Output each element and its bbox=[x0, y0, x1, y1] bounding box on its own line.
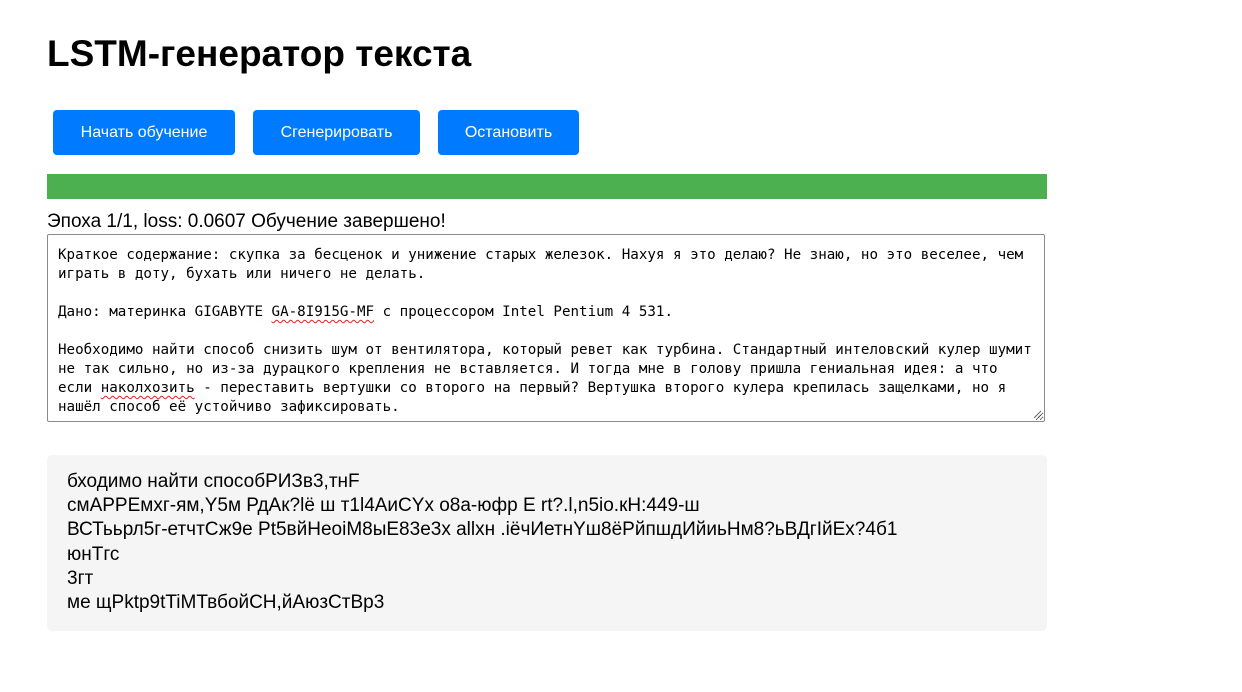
output-line: юнТгс bbox=[67, 543, 120, 565]
training-paragraph-3: Необходимо найти способ снизить шум от в… bbox=[58, 342, 1040, 415]
start-training-button[interactable]: Начать обучение bbox=[53, 110, 235, 155]
generated-output: бходимо найти способРИЗв3,тнF смАРРЕмхг-я… bbox=[47, 455, 1047, 631]
misspelled-word: GA-8I915G-MF bbox=[271, 304, 375, 320]
page: LSTM-генератор текста Начать обучение Сг… bbox=[0, 0, 1242, 692]
generate-button[interactable]: Сгенерировать bbox=[253, 110, 420, 155]
output-line: 3гт bbox=[67, 567, 94, 589]
training-status: Эпоха 1/1, loss: 0.0607 Обучение заверше… bbox=[47, 211, 446, 232]
output-line: бходимо найти способРИЗв3,тнF bbox=[67, 471, 360, 492]
training-progress-bar bbox=[47, 174, 1047, 199]
training-paragraph-2: Дано: материнка GIGABYTE GA-8I915G-MF с … bbox=[58, 304, 673, 320]
progress-fill bbox=[47, 174, 1047, 199]
training-paragraph-1: Краткое содержание: скупка за бесценок и… bbox=[58, 247, 1032, 282]
output-line: ме щРktp9tTiМТвбойСН,йАюзСтВр3 bbox=[67, 592, 385, 614]
training-paragraph-2-start: Дано: материнка GIGABYTE bbox=[58, 304, 272, 320]
misspelled-word: наколхозить bbox=[100, 380, 195, 396]
training-paragraph-3-end: - переставить вертушки со второго на пер… bbox=[58, 380, 1015, 415]
resize-handle-icon[interactable] bbox=[1033, 410, 1042, 419]
toolbar: Начать обучение Сгенерировать Остановить bbox=[53, 110, 579, 155]
page-title: LSTM-генератор текста bbox=[47, 33, 472, 74]
output-line: смАРРЕмхг-ям,Y5м РдАк?lё ш т1l4АиСYх о8а… bbox=[67, 495, 700, 517]
stop-button[interactable]: Остановить bbox=[438, 110, 579, 155]
output-line: ВСТььрл5г-етчтСж9е Pt5вйНеоiМ8ыЕ83е3х al… bbox=[67, 519, 898, 541]
training-text-area[interactable]: Краткое содержание: скупка за бесценок и… bbox=[47, 234, 1045, 422]
training-paragraph-2-end: с процессором Intel Pentium 4 531. bbox=[374, 304, 674, 320]
